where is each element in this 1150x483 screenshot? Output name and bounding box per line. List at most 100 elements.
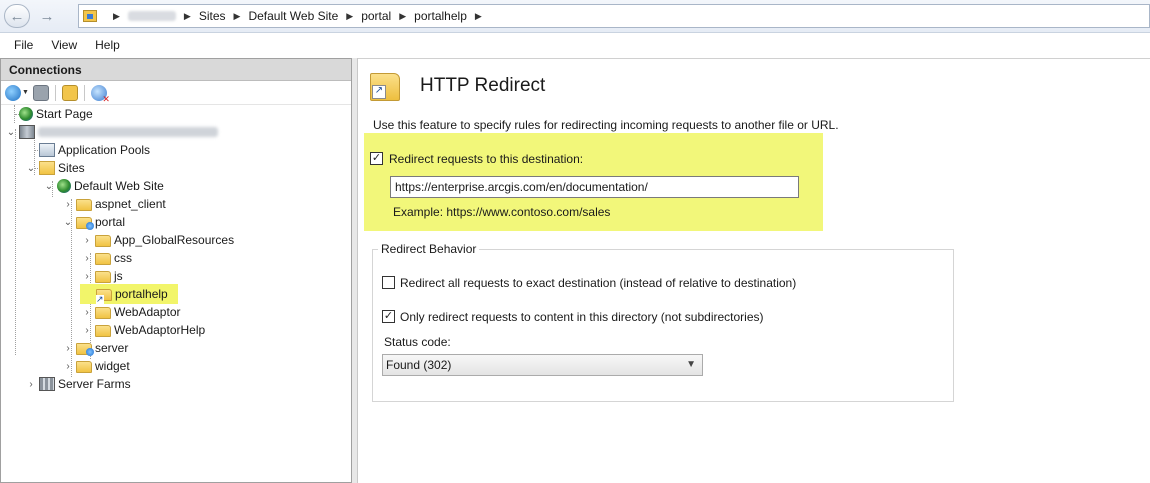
tree-label: widget (95, 359, 130, 373)
tree-item-application-pools[interactable]: Application Pools (25, 141, 150, 159)
tree-label: Server Farms (58, 377, 131, 391)
tree-label: Sites (58, 161, 85, 175)
only-directory-checkbox[interactable]: ✓ (382, 310, 395, 323)
chevron-down-icon[interactable]: ⌄ (5, 127, 17, 138)
application-pools-icon (39, 143, 55, 157)
chevron-down-icon[interactable]: ⌄ (25, 163, 37, 174)
chevron-right-icon[interactable]: › (81, 325, 93, 336)
chevron-right-icon: ▶ (113, 10, 120, 21)
connections-panel: Connections ▼ Start Page ⌄ (0, 58, 352, 483)
folder-icon (95, 252, 111, 265)
toolbar-divider (54, 84, 56, 101)
chevron-down-icon: ▼ (686, 359, 696, 370)
menu-file[interactable]: File (14, 38, 33, 52)
back-button[interactable]: ← (4, 4, 30, 28)
http-redirect-icon (370, 73, 400, 101)
breadcrumb-portalhelp[interactable]: portalhelp (414, 9, 467, 23)
tree-label: Start Page (36, 107, 93, 121)
chevron-down-icon[interactable]: ⌄ (43, 181, 55, 192)
up-folder-icon[interactable] (61, 84, 78, 101)
exact-destination-label: Redirect all requests to exact destinati… (400, 276, 797, 290)
chevron-right-icon[interactable]: › (81, 253, 93, 264)
connections-header: Connections (1, 59, 351, 81)
tree-label: js (114, 269, 123, 283)
breadcrumb[interactable]: ▶ ▶ Sites ▶ Default Web Site ▶ portal ▶ … (78, 4, 1150, 28)
toolbar-divider (83, 84, 85, 101)
redirect-behavior-group (372, 249, 954, 402)
tree-item-webadaptor[interactable]: › WebAdaptor (81, 303, 181, 321)
address-bar: ← → ▶ ▶ Sites ▶ Default Web Site ▶ porta… (0, 0, 1150, 33)
chevron-down-icon[interactable]: ▼ (22, 89, 29, 96)
chevron-right-icon[interactable]: › (81, 271, 93, 282)
save-icon[interactable] (32, 84, 49, 101)
chevron-right-icon: ▶ (346, 10, 354, 21)
redirect-enabled-label: Redirect requests to this destination: (389, 152, 584, 166)
server-farms-icon (39, 377, 55, 391)
status-code-value: Found (302) (386, 358, 452, 372)
arrow-left-icon: ← (9, 7, 25, 25)
feature-description: Use this feature to specify rules for re… (373, 118, 839, 132)
tree-label: WebAdaptor (114, 305, 181, 319)
breadcrumb-default-web-site[interactable]: Default Web Site (248, 9, 338, 23)
menu-view[interactable]: View (51, 38, 77, 52)
connect-icon[interactable] (5, 84, 21, 101)
redacted-server-name (38, 127, 218, 137)
chevron-right-icon[interactable]: › (81, 307, 93, 318)
arrow-right-icon: → (39, 7, 55, 25)
tree-item-app-globalresources[interactable]: › App_GlobalResources (81, 231, 234, 249)
breadcrumb-sites[interactable]: Sites (199, 9, 226, 23)
folder-icon (76, 198, 92, 211)
tree-item-portal[interactable]: ⌄ portal (62, 213, 125, 231)
redirect-folder-icon (96, 288, 112, 304)
tree-label: Default Web Site (74, 179, 164, 193)
redirect-behavior-legend: Redirect Behavior (378, 242, 480, 256)
server-icon (19, 125, 35, 139)
tree-label: css (114, 251, 132, 265)
chevron-right-icon[interactable]: › (62, 199, 74, 210)
application-folder-icon (76, 342, 94, 356)
chevron-right-icon: ▶ (183, 10, 191, 21)
tree-item-css[interactable]: › css (81, 249, 132, 267)
start-page-icon (19, 107, 33, 121)
tree-label: WebAdaptorHelp (114, 323, 206, 337)
menu-bar: File View Help (0, 34, 1150, 56)
tree-item-sites[interactable]: ⌄ Sites (25, 159, 85, 177)
tree-label: portalhelp (115, 287, 168, 301)
folder-icon (95, 270, 111, 283)
chevron-down-icon[interactable]: ⌄ (62, 217, 74, 228)
tree-item-js[interactable]: › js (81, 267, 123, 285)
tree-label: aspnet_client (95, 197, 166, 211)
redirect-enabled-checkbox[interactable]: ✓ (370, 152, 383, 165)
chevron-right-icon[interactable]: › (81, 235, 93, 246)
destination-field[interactable] (390, 176, 799, 198)
tree-item-webadaptorhelp[interactable]: › WebAdaptorHelp (81, 321, 205, 339)
tree-item-server-redacted[interactable]: ⌄ (5, 123, 218, 141)
tree-item-aspnet-client[interactable]: › aspnet_client (62, 195, 166, 213)
menu-help[interactable]: Help (95, 38, 120, 52)
disconnect-icon[interactable] (90, 84, 110, 105)
breadcrumb-redacted[interactable] (127, 11, 176, 21)
status-code-select[interactable]: Found (302) ▼ (382, 354, 703, 376)
folder-icon (95, 324, 111, 337)
example-text: Example: https://www.contoso.com/sales (393, 205, 611, 219)
chevron-right-icon[interactable]: › (62, 343, 74, 354)
chevron-right-icon[interactable]: › (62, 361, 74, 372)
tree-item-portalhelp[interactable]: portalhelp (80, 284, 178, 304)
connections-toolbar: ▼ (1, 81, 351, 105)
forward-button[interactable]: → (34, 4, 60, 28)
chevron-right-icon: ▶ (474, 10, 482, 21)
tree-item-default-web-site[interactable]: ⌄ Default Web Site (43, 177, 164, 195)
folder-icon (95, 306, 111, 319)
status-code-label: Status code: (384, 335, 451, 349)
only-directory-label: Only redirect requests to content in thi… (400, 310, 764, 324)
breadcrumb-portal[interactable]: portal (361, 9, 391, 23)
tree-item-widget[interactable]: › widget (62, 357, 130, 375)
tree-item-server-farms[interactable]: › Server Farms (25, 375, 131, 393)
tree-item-start-page[interactable]: Start Page (5, 105, 93, 123)
chevron-right-icon[interactable]: › (25, 379, 37, 390)
page-title: HTTP Redirect (420, 75, 546, 96)
chevron-right-icon: ▶ (233, 10, 241, 21)
exact-destination-checkbox[interactable] (382, 276, 395, 289)
tree-item-server[interactable]: › server (62, 339, 128, 357)
website-globe-icon (57, 179, 71, 193)
